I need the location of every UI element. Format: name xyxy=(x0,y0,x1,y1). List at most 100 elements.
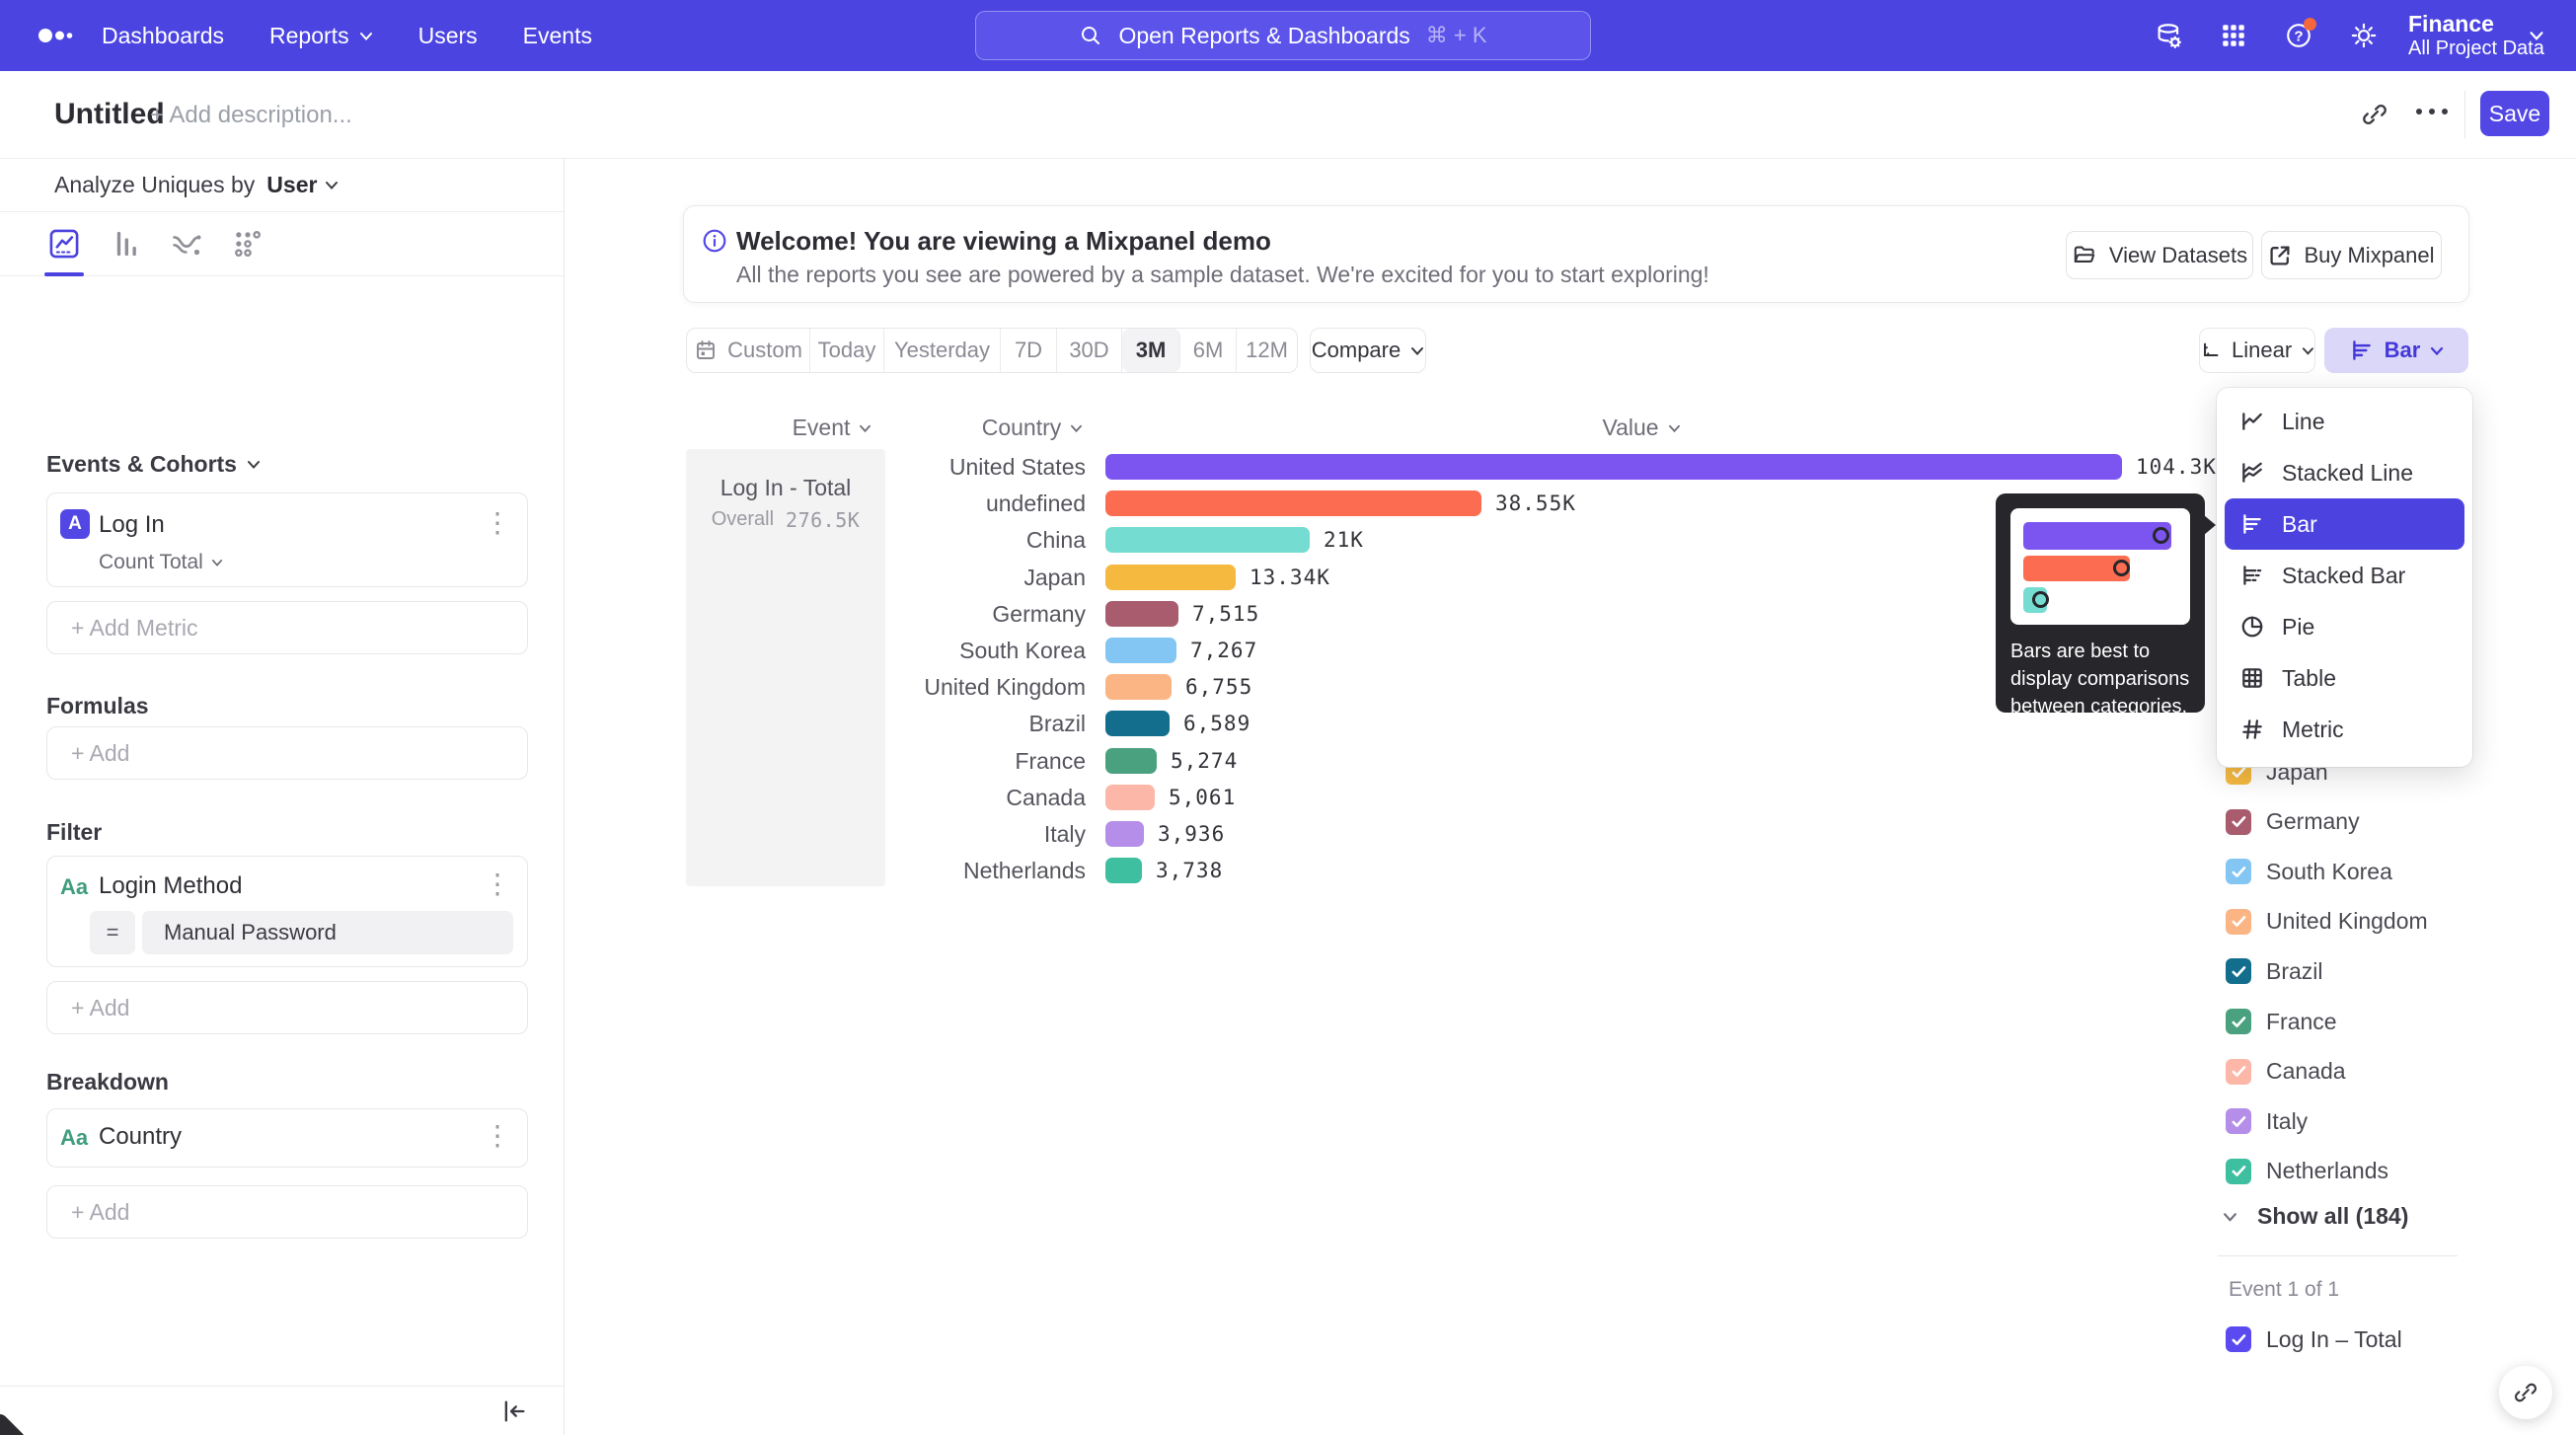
bar-canada[interactable] xyxy=(1105,785,1155,810)
data-management-icon[interactable] xyxy=(2155,22,2184,51)
checkbox-checked[interactable] xyxy=(2226,1108,2251,1134)
menu-item-line[interactable]: Line xyxy=(2225,396,2464,447)
bar-south-korea[interactable] xyxy=(1105,638,1176,663)
checkbox-checked[interactable] xyxy=(2226,909,2251,935)
column-header-event[interactable]: Event xyxy=(733,415,931,441)
legend-event-item[interactable]: Log In – Total xyxy=(2226,1322,2522,1357)
add-filter-button[interactable]: + Add xyxy=(46,981,528,1034)
aggregation-dropdown[interactable]: Count Total xyxy=(99,551,223,574)
bar-japan[interactable] xyxy=(1105,565,1236,590)
buy-mixpanel-button[interactable]: Buy Mixpanel xyxy=(2261,231,2442,279)
save-button[interactable]: Save xyxy=(2480,91,2549,136)
tab-insights[interactable] xyxy=(47,227,81,261)
event-badge: A xyxy=(60,509,90,539)
collapse-sidebar-button[interactable] xyxy=(500,1397,528,1425)
stacked-bar-icon xyxy=(2239,563,2265,588)
kebab-menu-icon[interactable]: ⋮ xyxy=(484,509,511,537)
date-range-custom[interactable]: Custom xyxy=(687,329,810,372)
kebab-menu-icon[interactable]: ⋮ xyxy=(484,870,511,898)
column-header-country[interactable]: Country xyxy=(934,415,1131,441)
checkbox-checked[interactable] xyxy=(2226,1326,2251,1352)
checkbox-checked[interactable] xyxy=(2226,1059,2251,1085)
mixpanel-logo-icon[interactable] xyxy=(36,23,81,48)
filter-card[interactable]: Aa Login Method ⋮ = Manual Password xyxy=(46,856,528,967)
nav-item-users[interactable]: Users xyxy=(418,23,478,49)
legend-item-netherlands[interactable]: Netherlands xyxy=(2226,1154,2522,1189)
global-search-input[interactable]: Open Reports & Dashboards ⌘ + K xyxy=(975,11,1591,60)
legend-item-italy[interactable]: Italy xyxy=(2226,1103,2522,1139)
bar-france[interactable] xyxy=(1105,748,1157,774)
legend-item-france[interactable]: France xyxy=(2226,1004,2522,1039)
date-range-6m[interactable]: 6M xyxy=(1180,329,1237,372)
nav-item-reports[interactable]: Reports xyxy=(269,23,373,49)
apps-grid-icon[interactable] xyxy=(2220,22,2247,49)
bar-united-kingdom[interactable] xyxy=(1105,674,1172,700)
scale-dropdown[interactable]: Linear xyxy=(2199,328,2315,373)
filter-property-name[interactable]: Login Method xyxy=(99,872,242,900)
menu-item-table[interactable]: Table xyxy=(2225,652,2464,704)
bar-icon xyxy=(2239,511,2265,537)
menu-item-bar[interactable]: Bar xyxy=(2225,498,2464,550)
event-name[interactable]: Log In xyxy=(99,511,165,539)
date-range-today[interactable]: Today xyxy=(810,329,884,372)
add-breakdown-button[interactable]: + Add xyxy=(46,1185,528,1239)
link-icon xyxy=(2513,1380,2538,1405)
tab-funnels[interactable] xyxy=(109,227,142,261)
menu-item-metric[interactable]: Metric xyxy=(2225,704,2464,755)
breakdown-property-name[interactable]: Country xyxy=(99,1123,182,1151)
legend-item-united-kingdom[interactable]: United Kingdom xyxy=(2226,904,2522,940)
tab-flows[interactable] xyxy=(170,227,203,261)
legend-label: Germany xyxy=(2266,808,2360,835)
project-switcher[interactable]: Finance All Project Data xyxy=(2408,11,2544,60)
compare-button[interactable]: Compare xyxy=(1310,328,1426,373)
checkbox-checked[interactable] xyxy=(2226,1159,2251,1184)
legend-item-canada[interactable]: Canada xyxy=(2226,1054,2522,1090)
bar-germany[interactable] xyxy=(1105,601,1178,627)
chart-type-dropdown[interactable]: Bar xyxy=(2324,328,2468,373)
bar-italy[interactable] xyxy=(1105,821,1144,847)
add-metric-button[interactable]: + Add Metric xyxy=(46,601,528,654)
analyze-entity-dropdown[interactable]: User xyxy=(266,172,339,198)
checkbox-checked[interactable] xyxy=(2226,859,2251,884)
more-options-button[interactable] xyxy=(2416,109,2448,114)
nav-item-events[interactable]: Events xyxy=(523,23,592,49)
checkbox-checked[interactable] xyxy=(2226,809,2251,835)
add-formula-button[interactable]: + Add xyxy=(46,726,528,780)
settings-gear-icon[interactable] xyxy=(2350,22,2378,49)
tab-retention[interactable] xyxy=(231,227,265,261)
column-header-value[interactable]: Value xyxy=(1543,415,1740,441)
bar-china[interactable] xyxy=(1105,527,1310,553)
view-datasets-button[interactable]: View Datasets xyxy=(2066,231,2253,279)
legend-item-germany[interactable]: Germany xyxy=(2226,804,2522,840)
pie-icon xyxy=(2239,614,2265,640)
metric-card[interactable]: A Log In ⋮ Count Total xyxy=(46,492,528,587)
menu-item-pie[interactable]: Pie xyxy=(2225,601,2464,652)
legend-item-south-korea[interactable]: South Korea xyxy=(2226,854,2522,889)
nav-item-dashboards[interactable]: Dashboards xyxy=(102,23,224,49)
checkbox-checked[interactable] xyxy=(2226,958,2251,984)
bar-brazil[interactable] xyxy=(1105,711,1170,736)
date-range-3m[interactable]: 3M xyxy=(1122,329,1180,372)
kebab-menu-icon[interactable]: ⋮ xyxy=(484,1122,511,1150)
date-range-30d[interactable]: 30D xyxy=(1057,329,1122,372)
bar-united-states[interactable] xyxy=(1105,454,2122,480)
report-title[interactable]: Untitled xyxy=(54,98,165,131)
bar-netherlands[interactable] xyxy=(1105,858,1142,883)
report-description-placeholder[interactable]: + Add description... xyxy=(150,102,352,129)
copy-link-button[interactable] xyxy=(2361,101,2388,128)
date-range-yesterday[interactable]: Yesterday xyxy=(884,329,1001,372)
menu-item-stacked-bar[interactable]: Stacked Bar xyxy=(2225,550,2464,601)
help-icon[interactable]: ? xyxy=(2285,22,2312,49)
share-link-button[interactable] xyxy=(2499,1366,2552,1419)
filter-operator[interactable]: = xyxy=(90,911,135,954)
checkbox-checked[interactable] xyxy=(2226,1009,2251,1034)
date-range-12m[interactable]: 12M xyxy=(1237,329,1297,372)
breakdown-card[interactable]: Aa Country ⋮ xyxy=(46,1108,528,1168)
bar-undefined[interactable] xyxy=(1105,491,1481,516)
legend-item-brazil[interactable]: Brazil xyxy=(2226,953,2522,989)
menu-item-stacked-line[interactable]: Stacked Line xyxy=(2225,447,2464,498)
filter-value[interactable]: Manual Password xyxy=(142,911,513,954)
date-range-7d[interactable]: 7D xyxy=(1001,329,1057,372)
events-cohorts-heading[interactable]: Events & Cohorts xyxy=(46,451,261,478)
show-all-toggle[interactable]: Show all (184) xyxy=(2223,1203,2408,1230)
